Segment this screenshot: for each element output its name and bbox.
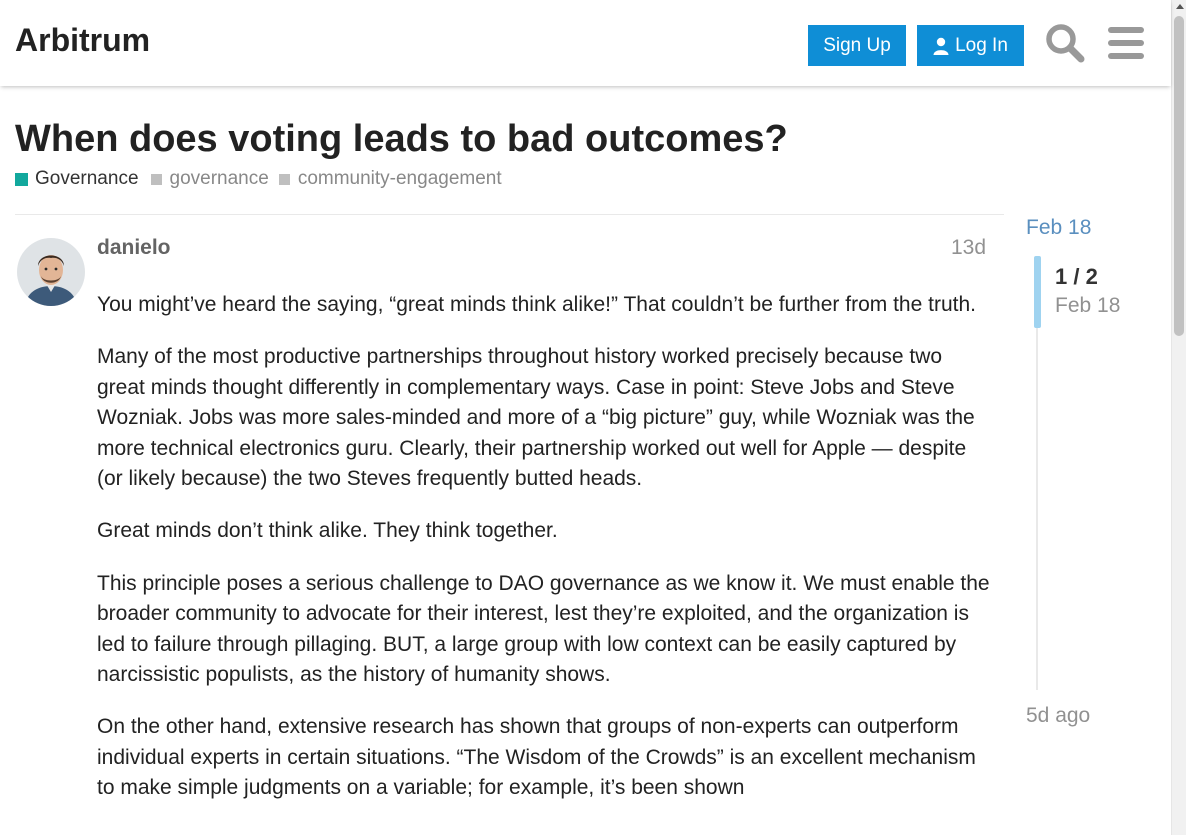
post-paragraph: On the other hand, extensive research ha… (97, 715, 976, 800)
site-header: Arbitrum Sign Up Log In (0, 0, 1171, 86)
sign-up-button[interactable]: Sign Up (808, 25, 906, 66)
tag-square-icon (278, 173, 290, 185)
topic-divider (15, 214, 1004, 215)
hamburger-menu-icon[interactable] (1108, 27, 1144, 59)
category-color-swatch (15, 172, 28, 186)
avatar[interactable] (17, 238, 85, 306)
user-icon (933, 37, 949, 55)
tag-square-icon (150, 173, 162, 185)
category-badge[interactable]: Governance (15, 168, 139, 190)
site-title[interactable]: Arbitrum (15, 22, 150, 59)
page-scrollbar[interactable] (1171, 0, 1186, 835)
timeline-current-date: Feb 18 (1055, 294, 1121, 317)
post-username[interactable]: danielo (97, 236, 171, 260)
tag-community-engagement[interactable]: community-engagement (278, 168, 502, 190)
post-paragraph: You might’ve heard the saying, “great mi… (97, 293, 976, 316)
timeline-end-date[interactable]: 5d ago (1026, 704, 1090, 728)
post-age[interactable]: 13d (951, 236, 986, 260)
post-paragraph: Great minds don’t think alike. They thin… (97, 519, 558, 543)
timeline-start-date[interactable]: Feb 18 (1026, 216, 1091, 240)
scroll-up-arrow-icon[interactable] (1176, 4, 1184, 9)
category-label: Governance (35, 168, 139, 189)
post-body: You might’ve heard the saying, “great mi… (97, 290, 995, 826)
tag-label: governance (169, 168, 269, 189)
topic-title[interactable]: When does voting leads to bad outcomes? (15, 118, 788, 161)
post-paragraph: Many of the most productive partnerships… (97, 345, 975, 491)
log-in-label: Log In (955, 34, 1008, 56)
post-paragraph: This principle poses a serious challenge… (97, 571, 990, 687)
timeline-scroll-handle[interactable] (1034, 256, 1041, 328)
search-icon[interactable] (1045, 23, 1085, 63)
tag-label: community-engagement (297, 168, 502, 189)
tag-governance[interactable]: governance (150, 168, 269, 190)
scrollbar-thumb[interactable] (1174, 16, 1184, 336)
log-in-button[interactable]: Log In (917, 25, 1024, 66)
timeline-post-count: 1 / 2 (1055, 264, 1098, 289)
topic-category-row: Governance governance community-engageme… (15, 168, 512, 190)
